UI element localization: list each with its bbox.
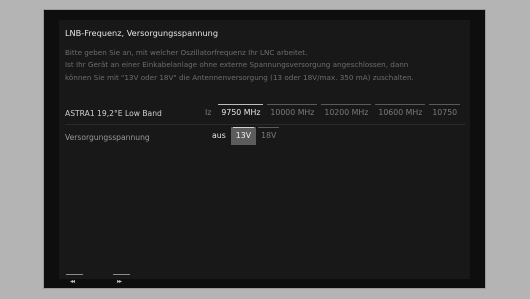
lnb-option-10000[interactable]: 10000 MHz	[265, 104, 319, 122]
row-divider	[65, 124, 465, 125]
voltage-selector[interactable]: aus 13V 18V	[207, 127, 297, 145]
dialog-title: LNB-Frequenz, Versorgungsspannung	[65, 28, 219, 38]
description-line: Bitte geben Sie an, mit welcher Oszillat…	[65, 48, 308, 57]
lnb-option-10750[interactable]: 10750	[427, 104, 462, 122]
description-line: Ist Ihr Gerät an einer Einkabelanlage oh…	[65, 60, 409, 70]
fast-forward-bar	[113, 274, 130, 275]
lnb-frequency-selector[interactable]: Iz 9750 MHz 10000 MHz 10200 MHz 10600 MHz 107…	[200, 104, 470, 122]
rewind-bar	[66, 274, 83, 275]
fast-forward-icon: ▸▸	[117, 278, 122, 285]
voltage-option-13v[interactable]: 13V	[230, 127, 257, 145]
voltage-row-label: Versorgungsspannung	[65, 133, 150, 142]
lnb-option-9750[interactable]: 9750 MHz	[216, 104, 265, 122]
lnb-option-10600[interactable]: 10600 MHz	[373, 104, 427, 122]
voltage-option-off[interactable]: aus	[207, 127, 231, 145]
voltage-option-18v[interactable]: 18V	[256, 127, 281, 145]
lnb-option-partial[interactable]: Iz	[200, 104, 216, 122]
dialog-description: Bitte geben Sie an, mit welcher Oszillat…	[65, 47, 467, 84]
rewind-icon: ◂◂	[70, 278, 75, 285]
rewind-button[interactable]: ◂◂	[66, 274, 83, 288]
tv-screen: LNB-Frequenz, Versorgungsspannung Bitte …	[44, 10, 485, 288]
settings-dialog: LNB-Frequenz, Versorgungsspannung Bitte …	[59, 20, 470, 285]
lnb-option-10200[interactable]: 10200 MHz	[319, 104, 373, 122]
description-line: können Sie mit "13V oder 18V" die Antenn…	[65, 72, 414, 82]
fast-forward-button[interactable]: ▸▸	[113, 274, 130, 288]
lnb-row-label: ASTRA1 19,2°E Low Band	[65, 109, 162, 118]
